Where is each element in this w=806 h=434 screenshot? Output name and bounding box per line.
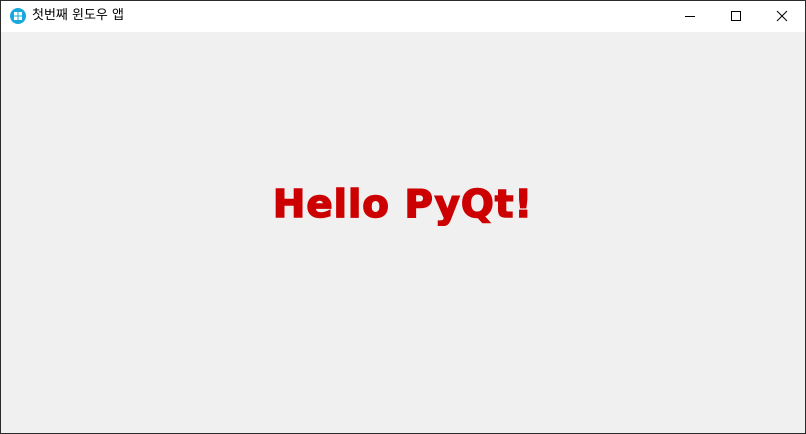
title-bar[interactable]: 첫번째 윈도우 앱 [1,1,805,32]
close-button[interactable] [759,1,805,32]
close-icon [776,7,788,26]
window-controls [667,1,805,32]
client-area: Hello PyQt! [1,32,805,433]
maximize-button[interactable] [713,1,759,32]
hello-label: Hello PyQt! [272,181,534,227]
maximize-icon [730,7,742,26]
minimize-button[interactable] [667,1,713,32]
app-window-icon [10,8,26,24]
app-window: 첫번째 윈도우 앱 Hello PyQt! [0,0,806,434]
minimize-icon [684,7,696,26]
window-title: 첫번째 윈도우 앱 [32,8,124,23]
